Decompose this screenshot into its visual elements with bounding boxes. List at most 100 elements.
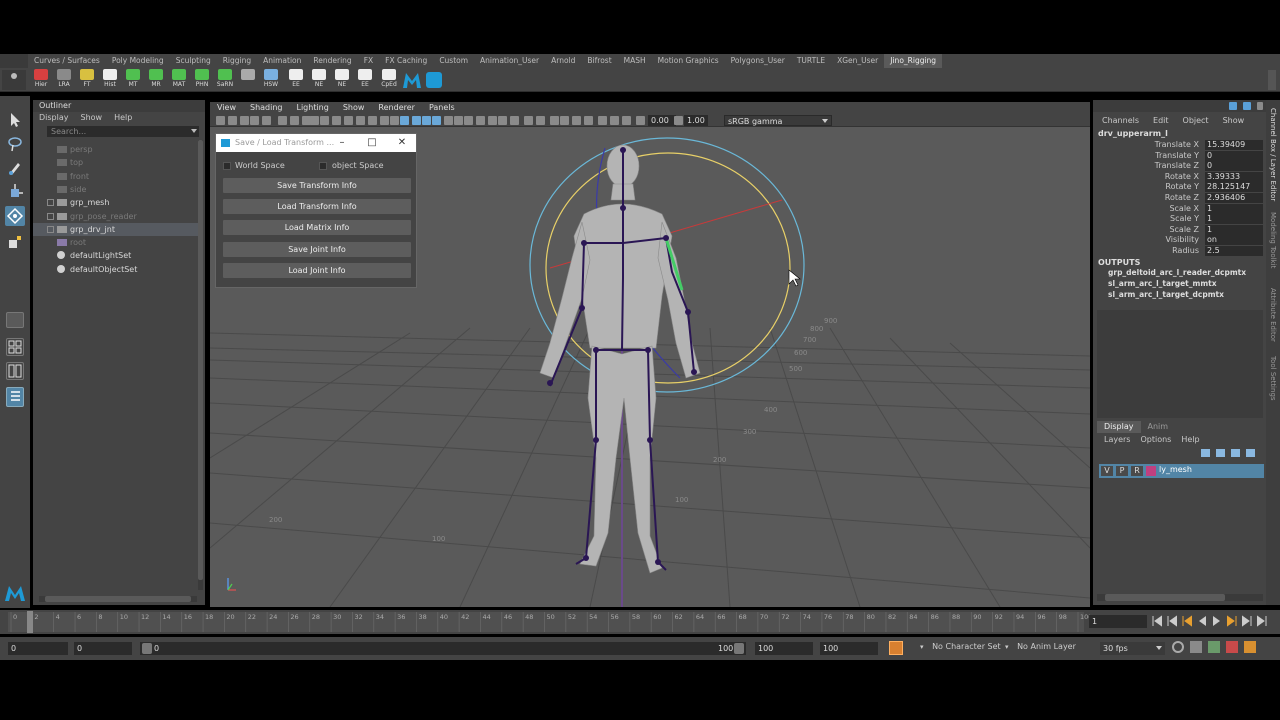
channel-box-menu-item[interactable]: Channels [1102,116,1139,125]
shelf-button[interactable]: Hist [99,69,121,91]
viewport-tool-icon[interactable] [476,116,485,125]
chevron-down-icon[interactable] [822,119,828,123]
gear-icon[interactable] [11,73,17,79]
layer-editor-menu-item[interactable]: Layers [1104,435,1130,444]
viewport-menu-item[interactable]: Renderer [371,102,422,114]
channel-row[interactable]: Rotate X 3.39333 [1093,171,1263,183]
loop-icon[interactable] [1172,641,1184,653]
outliner-layout-icon[interactable] [6,387,24,407]
shelf-tab[interactable]: Motion Graphics [652,54,725,68]
maya-m-icon[interactable] [402,71,422,89]
channel-box-toggle-icon[interactable] [1257,102,1263,110]
gamma-field[interactable]: 1.00 [684,115,708,126]
expand-icon[interactable] [47,225,54,233]
shelf-button[interactable]: NE [331,69,353,91]
shelf-tab[interactable]: Polygons_User [725,54,791,68]
expand-icon[interactable] [47,212,54,220]
channel-value[interactable]: 1 [1205,224,1263,235]
new-layer-icon[interactable] [1231,449,1240,457]
close-icon[interactable]: ✕ [396,137,408,149]
viewport-tool-icon[interactable] [454,116,463,125]
channel-value[interactable]: 0 [1205,161,1263,172]
layer-name[interactable]: ly_mesh [1159,465,1192,474]
channel-box-menu-item[interactable]: Object [1183,116,1209,125]
step-back-icon[interactable] [1167,615,1177,627]
viewport-tool-icon[interactable] [278,116,287,125]
start-time-field[interactable]: 0 [8,642,68,655]
shelf-tab[interactable]: TURTLE [791,54,831,68]
character-set-dropdown[interactable]: ▾ No Character Set [920,642,1001,651]
channel-value[interactable]: 1 [1205,214,1263,225]
side-tab[interactable]: Modeling Toolkit [1269,212,1277,268]
side-tab[interactable]: Channel Box / Layer Editor [1269,108,1277,201]
channel-value[interactable]: 2.936406 [1205,193,1263,203]
channel-name[interactable]: Radius [1172,246,1199,257]
play-backwards-icon[interactable] [1197,615,1207,627]
dialog-button[interactable]: Load Joint Info [223,263,411,278]
world-space-checkbox[interactable] [223,162,231,170]
animation-end-field[interactable]: 100 [755,642,813,655]
chevron-down-icon[interactable] [191,129,197,133]
viewport-tool-icon[interactable] [572,116,581,125]
viewport-tool-icon[interactable] [524,116,533,125]
range-slider-left-handle[interactable] [142,643,152,654]
outliner-item[interactable]: grp_pose_reader [33,210,198,223]
rotate-tool-icon[interactable] [5,206,25,226]
layer-visibility-toggle[interactable]: V [1101,466,1113,476]
shelf-tab[interactable]: Arnold [545,54,581,68]
viewport-tool-icon[interactable] [584,116,593,125]
tab-anim[interactable]: Anim [1141,421,1176,433]
shelf-tab[interactable]: Sculpting [170,54,217,68]
viewport-tool-icon[interactable] [444,116,453,125]
outliner-vertical-scrollbar[interactable] [198,140,203,590]
dialog-button[interactable]: Save Joint Info [223,242,411,257]
viewport-menu-item[interactable]: Shading [243,102,290,114]
shelf-button[interactable]: EE [285,69,307,91]
layer-row-ly-mesh[interactable]: V P R ly_mesh [1099,464,1264,478]
outliner-item[interactable]: top [33,156,198,169]
shelf-tab[interactable]: FX Caching [379,54,433,68]
viewport-menu-item[interactable]: Lighting [289,102,335,114]
object-space-checkbox[interactable] [319,162,327,170]
output-node[interactable]: sl_arm_arc_l_target_dcpmtx [1108,290,1224,299]
character-mesh[interactable] [539,144,701,574]
sound-icon[interactable] [1208,641,1220,653]
channel-box-menu-item[interactable]: Show [1223,116,1245,125]
outliner-item[interactable]: side [33,183,198,196]
viewport-tool-icon[interactable] [498,116,507,125]
channel-value[interactable]: 15.39409 [1205,140,1263,150]
shelf-tab[interactable]: MASH [618,54,652,68]
outliner-item[interactable]: defaultLightSet [33,249,198,262]
viewport-tool-icon[interactable] [290,116,299,125]
viewport-tool-icon[interactable] [310,116,319,125]
move-tool-icon[interactable] [5,182,25,202]
object-name[interactable]: drv_upperarm_l [1098,129,1168,138]
channel-row[interactable]: Translate X 15.39409 [1093,140,1263,151]
range-slider[interactable]: 0 100 [140,642,746,655]
playback-settings-icon[interactable] [1190,641,1202,653]
channel-name[interactable]: Scale X [1169,204,1199,215]
shelf-button[interactable]: HSW [260,69,282,91]
channel-box-icon[interactable] [1229,102,1237,110]
viewport-tool-icon[interactable] [536,116,545,125]
current-frame-field[interactable]: 1 [1089,615,1147,628]
viewport-tool-icon[interactable] [380,116,389,125]
channel-row[interactable]: Rotate Y 28.125147 [1093,182,1263,193]
viewport-menu-item[interactable]: Panels [422,102,462,114]
channel-row[interactable]: Translate Y 0 [1093,150,1263,162]
channel-name[interactable]: Scale Y [1170,214,1199,225]
layer-playback-toggle[interactable]: P [1116,466,1128,476]
anim-layer-dropdown[interactable]: ▾ No Anim Layer [1005,642,1076,651]
viewport-menu-item[interactable]: Show [336,102,372,114]
channel-value[interactable]: 28.125147 [1205,182,1263,193]
viewport-tool-icon[interactable] [510,116,519,125]
dialog-button[interactable]: Load Matrix Info [223,220,411,235]
viewport-tool-icon[interactable] [488,116,497,125]
paint-select-tool-icon[interactable] [5,158,25,178]
channel-name[interactable]: Translate X [1155,140,1199,151]
move-layer-down-icon[interactable] [1216,449,1225,457]
outliner-item[interactable]: front [33,170,198,183]
layer-editor-scrollbar[interactable] [1097,594,1263,601]
side-tab[interactable]: Tool Settings [1269,356,1277,401]
viewport-tool-icon[interactable] [344,116,353,125]
